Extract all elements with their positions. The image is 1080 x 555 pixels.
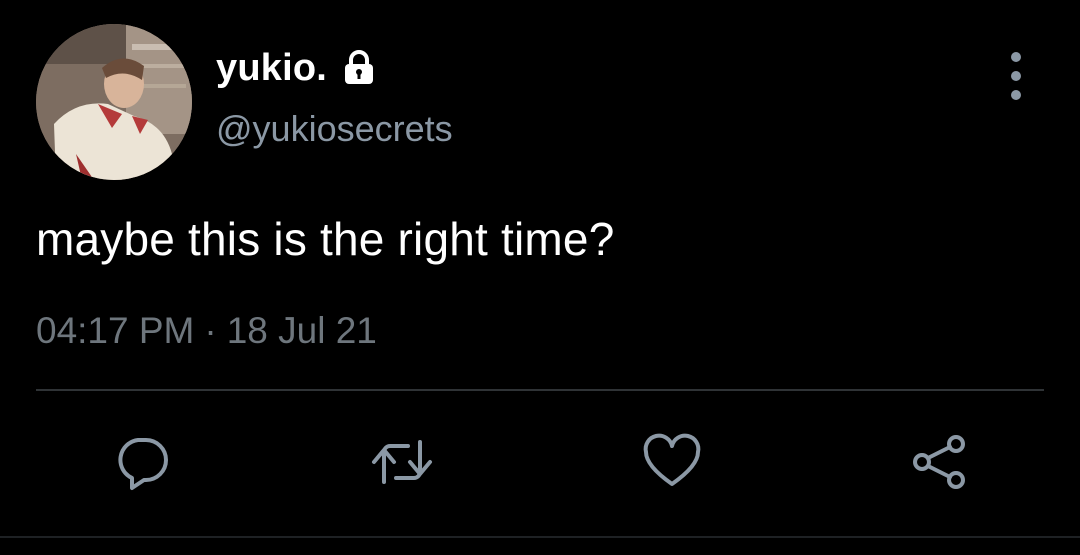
timestamp-separator: · (204, 310, 217, 351)
avatar-image (36, 24, 192, 180)
more-vertical-icon-dot (1011, 52, 1021, 62)
tweet-date[interactable]: 18 Jul 21 (227, 310, 377, 352)
tweet-text: maybe this is the right time? (36, 213, 615, 265)
reply-button[interactable] (110, 430, 174, 494)
more-vertical-icon-dot (1011, 90, 1021, 100)
more-options-button[interactable] (996, 52, 1036, 100)
heart-icon (643, 433, 701, 486)
more-vertical-icon-dot (1011, 71, 1021, 81)
tweet: yukio. @yukiosecrets maybe this is the r… (0, 0, 1080, 555)
retweet-button[interactable] (370, 430, 434, 494)
divider (36, 389, 1044, 391)
tweet-time[interactable]: 04:17 PM (36, 310, 194, 352)
username-handle[interactable]: @yukiosecrets (216, 108, 453, 150)
like-button[interactable] (640, 430, 704, 494)
reply-icon (118, 438, 168, 490)
display-name-row: yukio. (216, 46, 379, 90)
lock-icon (339, 48, 379, 88)
tweet-actions (0, 430, 1080, 500)
timestamp-row: 04:17 PM · 18 Jul 21 (36, 310, 377, 352)
bottom-divider (0, 536, 1080, 538)
share-button[interactable] (908, 430, 972, 494)
avatar[interactable] (36, 24, 192, 180)
display-name[interactable]: yukio. (216, 47, 327, 90)
retweet-icon (372, 440, 432, 484)
share-icon (913, 435, 965, 489)
